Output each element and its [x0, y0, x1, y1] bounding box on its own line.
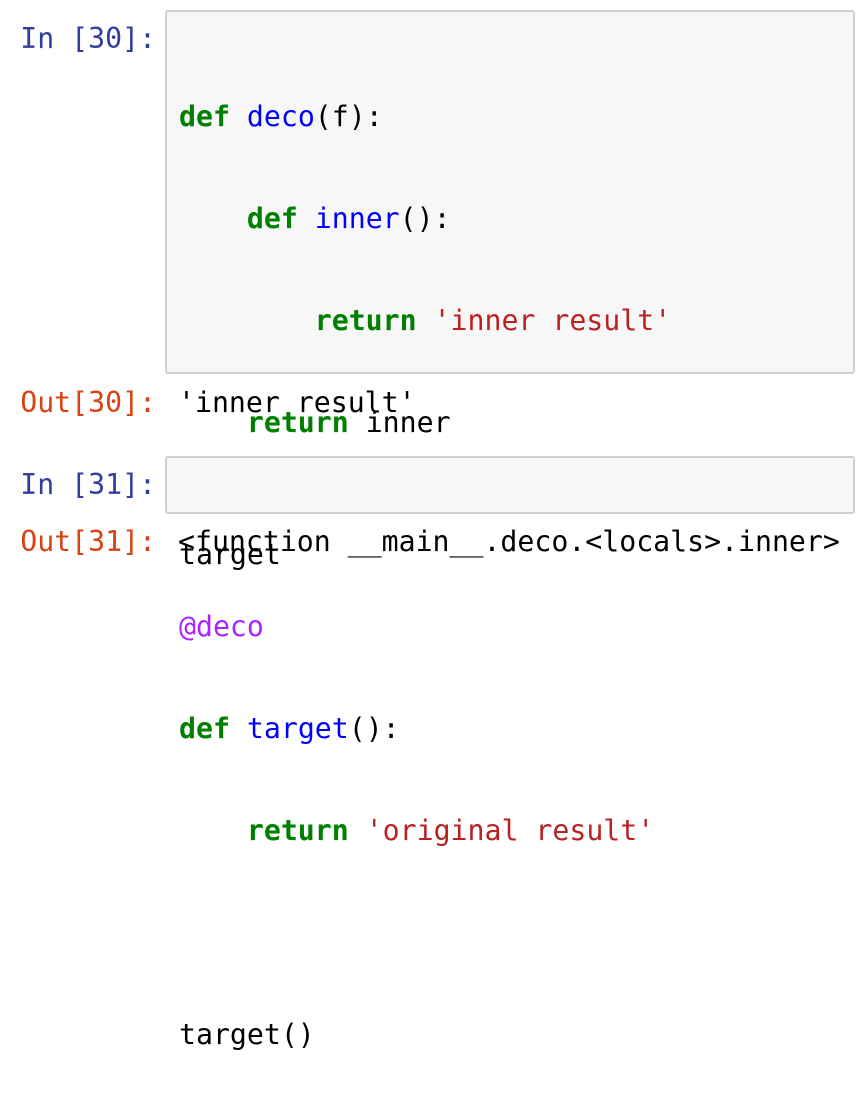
keyword-token: def — [179, 712, 230, 745]
code-text-token: (): — [399, 202, 451, 235]
keyword-token: return — [246, 814, 349, 847]
code-text-token: (): — [348, 712, 400, 745]
code-line-1: def deco(f): — [179, 100, 853, 134]
string-token: 'original result' — [365, 814, 655, 847]
output-text-31: <function __main__.deco.<locals>.inner> — [178, 525, 840, 558]
function-name-token: target — [246, 712, 349, 745]
code-text-token: (f): — [314, 100, 383, 133]
code-cell-input-30[interactable]: def deco(f): def inner(): return 'inner … — [165, 10, 855, 1051]
indent-token — [179, 304, 315, 337]
indent-token — [179, 202, 247, 235]
code-line-2: def inner(): — [179, 202, 853, 236]
function-name-token: inner — [314, 202, 400, 235]
keyword-token: return — [314, 304, 417, 337]
code-line-10: target() — [179, 1018, 853, 1052]
keyword-token: def — [179, 100, 230, 133]
code-line-7: def target(): — [179, 712, 853, 746]
input-prompt-30: In [30]: — [20, 22, 156, 55]
input-prompt-31: In [31]: — [20, 468, 156, 501]
indent-token — [179, 814, 247, 847]
output-prompt-31: Out[31]: — [20, 525, 156, 558]
code-line-9-blank — [179, 916, 853, 950]
function-name-token: deco — [246, 100, 315, 133]
keyword-token: def — [246, 202, 298, 235]
output-prompt-30: Out[30]: — [20, 386, 156, 419]
code-cell-input-31[interactable]: target — [165, 456, 855, 571]
code-line-3: return 'inner result' — [179, 304, 853, 338]
string-token: 'inner result' — [433, 304, 672, 337]
output-text-30: 'inner result' — [178, 386, 416, 419]
code-line-8: return 'original result' — [179, 814, 853, 848]
code-text-token: target() — [179, 1018, 315, 1051]
